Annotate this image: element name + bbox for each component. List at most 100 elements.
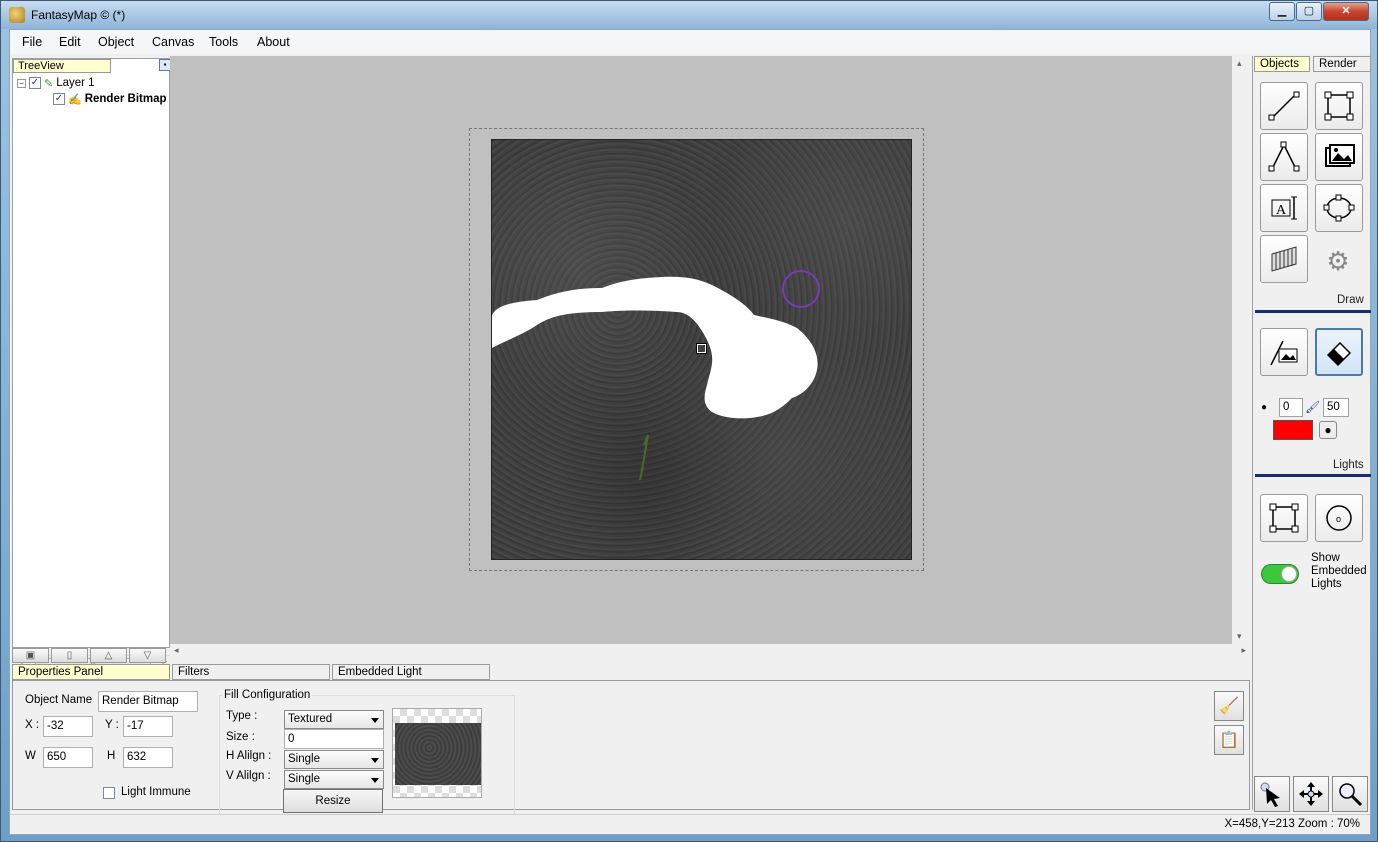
settings-gear-icon[interactable]: ⚙: [1323, 246, 1353, 276]
title-bar: FantasyMap © (*) ▁ ▢ ✕: [1, 1, 1377, 29]
menu-about[interactable]: About: [257, 35, 290, 49]
tree-toolbar: ▣ ▯ △ ▽: [12, 648, 170, 664]
object-name-input[interactable]: Render Bitmap: [98, 691, 198, 712]
width-input[interactable]: 650: [43, 747, 93, 768]
menu-file[interactable]: File: [22, 35, 42, 49]
close-button[interactable]: ✕: [1323, 2, 1369, 21]
pan-tool-button[interactable]: [1293, 776, 1329, 812]
tools-panel: Objects Render A ⚙ Draw ● 0 🖌 50 ● Light…: [1252, 56, 1371, 810]
x-input[interactable]: -32: [43, 716, 93, 737]
svg-text:o: o: [1336, 514, 1341, 524]
layer-visible-checkbox[interactable]: ✓: [29, 77, 41, 89]
add-layer-icon[interactable]: ▣: [12, 648, 49, 663]
hscroll-right-icon[interactable]: ▸: [1241, 645, 1246, 656]
collapse-icon[interactable]: −: [17, 78, 26, 88]
path-tool-button[interactable]: [1260, 133, 1308, 181]
arrow-cursor-icon: [1260, 782, 1280, 807]
image-tool-button[interactable]: [1315, 133, 1363, 181]
tab-filters[interactable]: Filters: [172, 664, 330, 680]
ellipse-tool-button[interactable]: [1315, 184, 1363, 232]
tab-objects[interactable]: Objects: [1254, 56, 1310, 72]
menu-tools[interactable]: Tools: [209, 35, 238, 49]
layer-label: Layer 1: [56, 77, 95, 89]
light-immune-checkbox[interactable]: [103, 787, 115, 799]
point-light-button[interactable]: o: [1315, 494, 1363, 542]
brush-image-icon: [1270, 340, 1298, 366]
rectangle-icon: [1324, 91, 1354, 121]
cursor-zoom-status: X=458,Y=213 Zoom : 70%: [1224, 818, 1360, 830]
tab-treeview[interactable]: TreeView: [13, 59, 111, 73]
menu-bar: File Edit Object Canvas Tools About: [10, 30, 1370, 54]
brush-opacity-input[interactable]: 50: [1323, 398, 1349, 417]
hscroll-left-icon[interactable]: ◂: [174, 645, 179, 656]
canvas-horizontal-scrollbar[interactable]: ◂ ▸: [170, 644, 1250, 660]
picture-icon: [1325, 144, 1355, 167]
select-tool-button[interactable]: [1254, 776, 1290, 812]
delete-layer-icon[interactable]: ▯: [51, 648, 88, 663]
lights-section-label: Lights: [1333, 459, 1364, 471]
move-up-icon[interactable]: △: [90, 648, 127, 663]
rect-light-button[interactable]: [1260, 494, 1308, 542]
scroll-down-icon[interactable]: ▾: [1237, 631, 1242, 642]
tab-render[interactable]: Render: [1313, 56, 1371, 72]
text-tool-button[interactable]: A: [1260, 184, 1308, 232]
eraser-tool-button[interactable]: [1315, 328, 1363, 376]
y-label: Y :: [105, 719, 119, 731]
move-down-icon[interactable]: ▽: [129, 648, 166, 663]
draw-separator: [1255, 310, 1371, 313]
type-label: Type :: [226, 710, 258, 722]
tree-view-panel: TreeView ▪ − ✓ ✎ Layer 1 ✓ ✍ Render Bitm…: [12, 58, 171, 669]
type-select[interactable]: Textured: [284, 710, 384, 729]
tab-properties[interactable]: Properties Panel: [12, 664, 170, 680]
pattern-tool-button[interactable]: [1260, 235, 1308, 283]
selection-handle[interactable]: [696, 343, 707, 354]
h-align-select[interactable]: Single: [284, 750, 384, 769]
texture-preview[interactable]: [392, 708, 482, 798]
resize-button[interactable]: Resize: [283, 789, 383, 813]
fill-config-title: Fill Configuration: [222, 689, 313, 701]
v-align-select[interactable]: Single: [284, 770, 384, 789]
menu-canvas[interactable]: Canvas: [152, 35, 194, 49]
embedded-lights-toggle[interactable]: [1261, 564, 1299, 584]
draw-section-label: Draw: [1337, 294, 1364, 306]
texture-thumbnail: [395, 723, 481, 785]
app-icon: [9, 7, 25, 23]
brush-cursor-circle: [782, 270, 820, 308]
scroll-up-icon[interactable]: ▴: [1237, 58, 1242, 69]
canvas[interactable]: [170, 56, 1232, 644]
svg-text:A: A: [1276, 203, 1287, 218]
bitmap-visible-checkbox[interactable]: ✓: [53, 93, 65, 105]
broom-icon: 🧹: [1219, 698, 1239, 715]
size-input[interactable]: 0: [284, 729, 384, 749]
tree-node-render-bitmap[interactable]: ✓ ✍ Render Bitmap: [53, 91, 167, 107]
clear-brush-button[interactable]: 🧹: [1214, 691, 1244, 721]
eraser-icon: [1326, 341, 1352, 367]
paint-bitmap-button[interactable]: [1260, 328, 1308, 376]
point-light-icon: o: [1326, 505, 1352, 531]
lights-separator: [1255, 474, 1371, 477]
canvas-vertical-scrollbar[interactable]: ▴ ▾: [1232, 56, 1250, 644]
brush-size-input[interactable]: 0: [1279, 398, 1303, 417]
maximize-button[interactable]: ▢: [1296, 2, 1322, 21]
tab-embedded-light[interactable]: Embedded Light: [332, 664, 490, 680]
line-tool-button[interactable]: [1260, 82, 1308, 130]
text-icon: A: [1271, 196, 1297, 220]
object-name-label: Object Name: [25, 694, 93, 706]
menu-object[interactable]: Object: [98, 35, 134, 49]
y-input[interactable]: -17: [123, 716, 173, 737]
brush-shape-button[interactable]: ●: [1319, 421, 1337, 439]
size-label: Size :: [226, 731, 255, 743]
minimize-button[interactable]: ▁: [1269, 2, 1295, 21]
status-bar: X=458,Y=213 Zoom : 70%: [10, 814, 1370, 834]
rectangle-tool-button[interactable]: [1315, 82, 1363, 130]
ellipse-icon: [1323, 194, 1355, 222]
tree-node-layer[interactable]: − ✓ ✎ Layer 1: [17, 75, 95, 91]
bitmap-label: Render Bitmap: [84, 93, 167, 105]
height-input[interactable]: 632: [123, 747, 173, 768]
menu-edit[interactable]: Edit: [59, 35, 81, 49]
brush-color-swatch[interactable]: [1273, 420, 1313, 440]
white-brush-stroke: [492, 276, 818, 419]
toggle-knob: [1281, 566, 1297, 582]
paste-button[interactable]: 📋: [1214, 725, 1244, 755]
zoom-tool-button[interactable]: [1332, 776, 1368, 812]
